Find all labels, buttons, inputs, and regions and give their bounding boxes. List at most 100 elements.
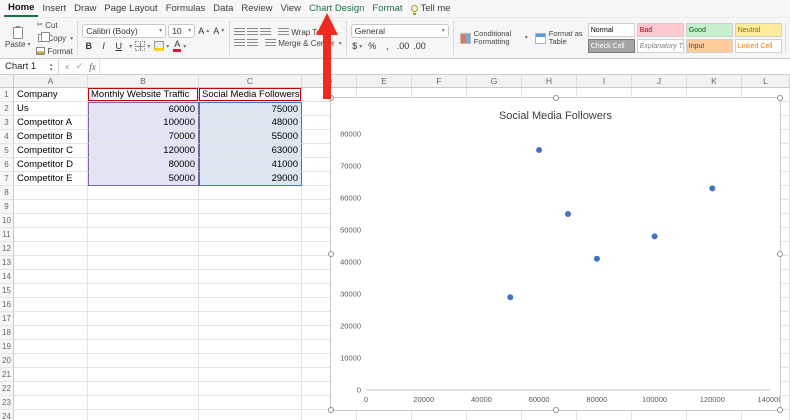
underline-button[interactable]: U xyxy=(112,40,125,53)
bold-button[interactable]: B xyxy=(82,40,95,53)
cell-C3[interactable]: 48000 xyxy=(199,116,302,130)
cell-B15[interactable] xyxy=(88,284,199,298)
row-header-6[interactable]: 6 xyxy=(0,158,14,172)
style-bad[interactable]: Bad xyxy=(637,23,684,37)
cell-B9[interactable] xyxy=(88,200,199,214)
cell-B14[interactable] xyxy=(88,270,199,284)
cell-A15[interactable] xyxy=(14,284,88,298)
select-all-corner[interactable] xyxy=(0,75,14,87)
chart-object[interactable]: Social Media Followers010000200003000040… xyxy=(330,97,781,411)
decrease-decimal-button[interactable]: .00 xyxy=(412,40,427,53)
name-box[interactable]: Chart 1 xyxy=(0,61,46,72)
cell-A12[interactable] xyxy=(14,242,88,256)
style-explanatory-t[interactable]: Explanatory T... xyxy=(637,39,684,53)
cell-B13[interactable] xyxy=(88,256,199,270)
cell-B23[interactable] xyxy=(88,396,199,410)
cell-A9[interactable] xyxy=(14,200,88,214)
align-left-icon[interactable] xyxy=(234,28,245,37)
cell-C2[interactable]: 75000 xyxy=(199,102,302,116)
cell-B24[interactable] xyxy=(88,410,199,420)
cell-C17[interactable] xyxy=(199,312,302,326)
chart-resize-handle-ne[interactable] xyxy=(777,95,783,101)
tab-page-layout[interactable]: Page Layout xyxy=(100,0,161,17)
insert-function-button[interactable]: fx xyxy=(86,62,99,72)
cell-A18[interactable] xyxy=(14,326,88,340)
format-as-table-button[interactable]: Format as Table xyxy=(533,30,585,47)
fill-color-button[interactable]: ▾ xyxy=(153,40,170,53)
cell-B21[interactable] xyxy=(88,368,199,382)
cell-A1[interactable]: Company xyxy=(14,88,88,102)
row-header-5[interactable]: 5 xyxy=(0,144,14,158)
row-header-20[interactable]: 20 xyxy=(0,354,14,368)
tab-draw[interactable]: Draw xyxy=(70,0,100,17)
percent-style-button[interactable]: % xyxy=(366,40,379,53)
tab-insert[interactable]: Insert xyxy=(38,0,70,17)
cell-C4[interactable]: 55000 xyxy=(199,130,302,144)
cell-B7[interactable]: 50000 xyxy=(88,172,199,186)
comma-style-button[interactable]: , xyxy=(381,40,394,53)
enter-button[interactable]: ✓ xyxy=(73,61,87,72)
cell-C10[interactable] xyxy=(199,214,302,228)
gallery-scroll[interactable]: ▲ ▼ xyxy=(785,23,790,53)
row-header-10[interactable]: 10 xyxy=(0,214,14,228)
style-linked-cell[interactable]: Linked Cell xyxy=(735,39,782,53)
row-header-22[interactable]: 22 xyxy=(0,382,14,396)
tab-formulas[interactable]: Formulas xyxy=(162,0,210,17)
chart-resize-handle-s[interactable] xyxy=(553,407,559,413)
row-header-14[interactable]: 14 xyxy=(0,270,14,284)
align-center-icon[interactable] xyxy=(247,28,258,37)
row-header-13[interactable]: 13 xyxy=(0,256,14,270)
decrease-font-size-button[interactable]: A▾ xyxy=(212,24,225,37)
cell-B20[interactable] xyxy=(88,354,199,368)
row-header-24[interactable]: 24 xyxy=(0,410,14,420)
cell-C22[interactable] xyxy=(199,382,302,396)
cell-C14[interactable] xyxy=(199,270,302,284)
column-header-H[interactable]: H xyxy=(522,75,577,87)
cell-C19[interactable] xyxy=(199,340,302,354)
row-header-23[interactable]: 23 xyxy=(0,396,14,410)
column-header-L[interactable]: L xyxy=(742,75,790,87)
chart-resize-handle-n[interactable] xyxy=(553,95,559,101)
align-right-icon[interactable] xyxy=(260,28,271,37)
cell-A24[interactable] xyxy=(14,410,88,420)
row-header-16[interactable]: 16 xyxy=(0,298,14,312)
cell-C13[interactable] xyxy=(199,256,302,270)
cell-B11[interactable] xyxy=(88,228,199,242)
increase-font-size-button[interactable]: A▴ xyxy=(197,24,210,37)
style-neutral[interactable]: Neutral xyxy=(735,23,782,37)
cut-button[interactable]: ✂Cut xyxy=(36,19,73,31)
cell-A10[interactable] xyxy=(14,214,88,228)
cell-A16[interactable] xyxy=(14,298,88,312)
cell-A5[interactable]: Competitor C xyxy=(14,144,88,158)
tab-tell-me[interactable]: Tell me xyxy=(407,0,455,17)
font-size-select[interactable]: 10▾ xyxy=(168,24,195,38)
formula-input[interactable] xyxy=(99,59,790,74)
cell-C16[interactable] xyxy=(199,298,302,312)
row-header-7[interactable]: 7 xyxy=(0,172,14,186)
column-header-I[interactable]: I xyxy=(577,75,632,87)
cell-C9[interactable] xyxy=(199,200,302,214)
cell-C1[interactable]: Social Media Followers xyxy=(199,88,302,102)
cancel-button[interactable]: × xyxy=(61,62,72,72)
cell-B16[interactable] xyxy=(88,298,199,312)
stepper-down-icon[interactable]: ▼ xyxy=(49,67,53,72)
currency-format-button[interactable]: $▾ xyxy=(351,40,364,53)
cell-B1[interactable]: Monthly Website Traffic xyxy=(88,88,199,102)
cell-A17[interactable] xyxy=(14,312,88,326)
column-header-J[interactable]: J xyxy=(632,75,687,87)
cell-C6[interactable]: 41000 xyxy=(199,158,302,172)
tab-view[interactable]: View xyxy=(277,0,305,17)
cell-A11[interactable] xyxy=(14,228,88,242)
format-painter-button[interactable]: Format xyxy=(36,45,73,57)
cell-B18[interactable] xyxy=(88,326,199,340)
cell-A3[interactable]: Competitor A xyxy=(14,116,88,130)
font-color-button[interactable]: A▾ xyxy=(172,40,187,53)
chart-resize-handle-e[interactable] xyxy=(777,251,783,257)
cell-B5[interactable]: 120000 xyxy=(88,144,199,158)
cell-A23[interactable] xyxy=(14,396,88,410)
chart-resize-handle-se[interactable] xyxy=(777,407,783,413)
cell-A19[interactable] xyxy=(14,340,88,354)
cell-C23[interactable] xyxy=(199,396,302,410)
style-input[interactable]: Input xyxy=(686,39,733,53)
cell-A2[interactable]: Us xyxy=(14,102,88,116)
